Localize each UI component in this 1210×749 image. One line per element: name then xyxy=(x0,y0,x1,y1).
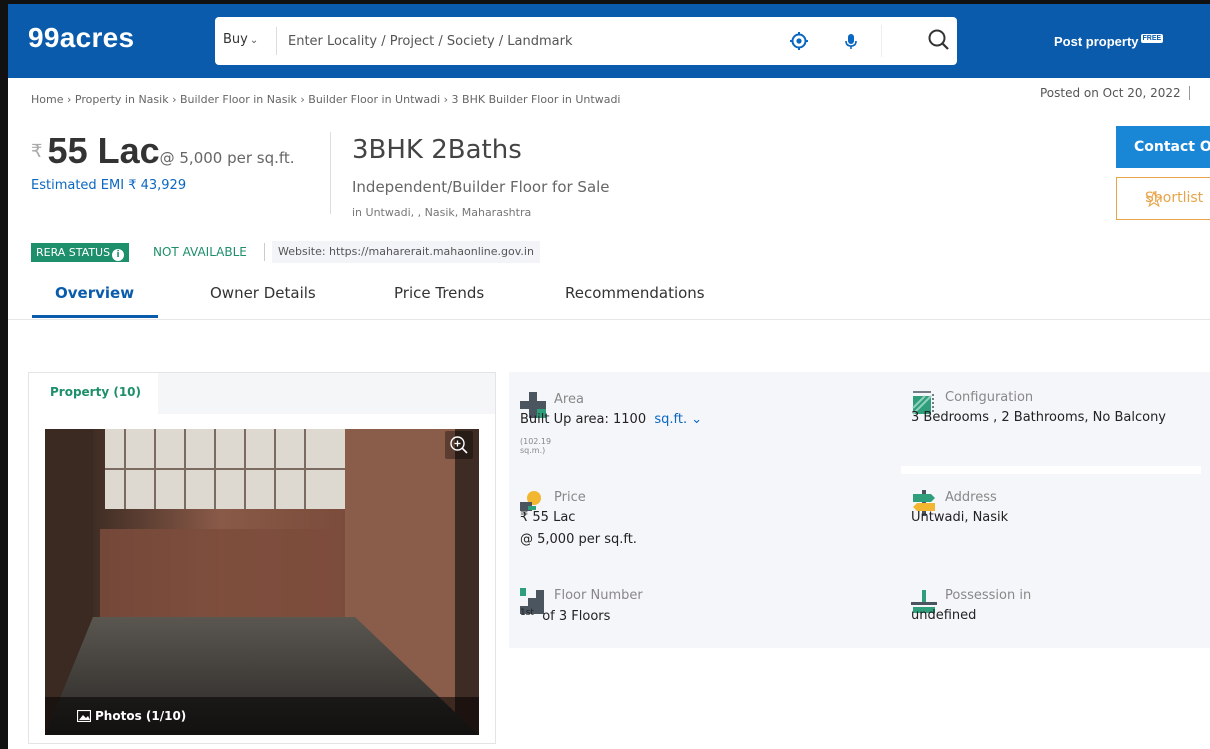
rupee-symbol: ₹ xyxy=(31,141,43,162)
floor-ordinal: 1st xyxy=(520,608,534,618)
floor-total: of 3 Floors xyxy=(542,609,611,624)
shortlist-button[interactable]: Shortlist xyxy=(1116,177,1210,220)
locate-me-icon[interactable] xyxy=(789,31,809,51)
estimated-emi-link[interactable]: Estimated EMI ₹ 43,929 xyxy=(31,178,186,193)
rera-separator xyxy=(264,243,265,261)
search-divider xyxy=(276,27,277,55)
site-header: 99acres Buy⌄ Post propertyFREE xyxy=(8,4,1210,78)
posted-date-text: Posted on Oct 20, 2022 xyxy=(1040,86,1181,100)
tab-price-trends[interactable]: Price Trends xyxy=(394,284,484,302)
spec-floor-value: 1st of 3 Floors xyxy=(520,608,610,624)
tab-overview[interactable]: Overview xyxy=(55,284,134,302)
post-property-label: Post property xyxy=(1054,34,1139,49)
area-value: Built Up area: 1100 xyxy=(520,412,647,427)
breadcrumb[interactable]: Home › Property in Nasik › Builder Floor… xyxy=(31,93,620,106)
property-photo[interactable]: Photos (1/10) xyxy=(45,429,479,735)
chevron-down-icon: ⌄ xyxy=(249,35,259,46)
area-unit-dropdown[interactable]: sq.ft. ⌄ xyxy=(654,412,702,427)
image-icon xyxy=(77,710,91,722)
spec-price-value: ₹ 55 Lac xyxy=(520,510,576,525)
listing-title: 3BHK 2Baths xyxy=(352,135,522,165)
property-specs: Area Built Up area: 1100 sq.ft. ⌄ (102.1… xyxy=(509,372,1210,648)
spec-floor-label: Floor Number xyxy=(554,588,643,603)
spec-possession-value: undefined xyxy=(911,608,977,623)
spec-possession-label: Possession in xyxy=(945,588,1032,603)
rera-status-label: RERA STATUS xyxy=(36,246,111,259)
search-bar: Buy ⌄ xyxy=(215,17,957,65)
rera-status-badge[interactable]: RERA STATUS i xyxy=(31,243,130,262)
spec-price-label: Price xyxy=(554,490,586,505)
posted-date: Posted on Oct 20, 2022 xyxy=(1040,86,1198,100)
post-property-link[interactable]: Post property FREE xyxy=(1054,34,1164,49)
search-input[interactable] xyxy=(288,30,758,52)
photo-gallery: Property (10) Photos (1/10) xyxy=(28,372,496,744)
spec-address-label: Address xyxy=(945,490,997,505)
tab-owner-details[interactable]: Owner Details xyxy=(210,284,316,302)
rera-status-value: NOT AVAILABLE xyxy=(153,245,247,259)
section-tabs: Overview Owner Details Price Trends Reco… xyxy=(8,278,1210,320)
spec-row-separator xyxy=(901,466,1201,474)
tab-recommendations[interactable]: Recommendations xyxy=(565,284,705,302)
info-icon[interactable]: i xyxy=(112,249,125,261)
spec-area-sqm: (102.19 sq.m.) xyxy=(520,437,552,455)
contact-owner-button[interactable]: Contact Owner xyxy=(1116,126,1210,168)
photo-counter: Photos (1/10) xyxy=(95,709,187,723)
spec-address-value: Untwadi, Nasik xyxy=(911,510,1009,525)
spec-area-label: Area xyxy=(554,392,584,407)
posted-separator xyxy=(1188,86,1190,100)
spec-price-per-sqft: @ 5,000 per sq.ft. xyxy=(520,532,637,547)
zoom-in-icon xyxy=(450,436,468,454)
search-divider-2 xyxy=(881,25,882,57)
price-block: ₹ 55 Lac@ 5,000 per sq.ft. xyxy=(31,130,295,172)
tab-property-photos[interactable]: Property (10) xyxy=(29,373,158,414)
photo-tabbar: Property (10) xyxy=(29,373,495,414)
site-logo[interactable]: 99acres xyxy=(28,22,134,54)
active-tab-indicator xyxy=(32,315,158,318)
listing-location: in Untwadi, , Nasik, Maharashtra xyxy=(352,206,532,219)
search-icon[interactable] xyxy=(926,27,952,53)
buy-dropdown[interactable]: Buy ⌄ xyxy=(223,32,258,47)
star-icon xyxy=(1146,191,1162,207)
photo-counter-bar[interactable]: Photos (1/10) xyxy=(45,697,479,735)
buy-label: Buy xyxy=(223,32,248,47)
room-photo-illustration xyxy=(45,429,479,735)
spec-configuration-label: Configuration xyxy=(945,390,1034,405)
rera-website[interactable]: Website: https://maharerait.mahaonline.g… xyxy=(272,241,540,263)
window-frame-left xyxy=(0,0,8,749)
zoom-button[interactable] xyxy=(445,431,473,459)
microphone-icon[interactable] xyxy=(841,31,861,51)
price-value: 55 Lac xyxy=(47,130,160,171)
spec-configuration-value: 3 Bedrooms , 2 Bathrooms, No Balcony xyxy=(911,410,1167,425)
spec-area-value: Built Up area: 1100 sq.ft. ⌄ xyxy=(520,412,702,427)
listing-subtitle: Independent/Builder Floor for Sale xyxy=(352,178,610,196)
free-badge: FREE xyxy=(1140,34,1164,43)
price-per-sqft: @ 5,000 per sq.ft. xyxy=(159,149,295,167)
price-title-divider xyxy=(330,132,331,214)
area-unit: sq.ft. xyxy=(654,412,688,427)
